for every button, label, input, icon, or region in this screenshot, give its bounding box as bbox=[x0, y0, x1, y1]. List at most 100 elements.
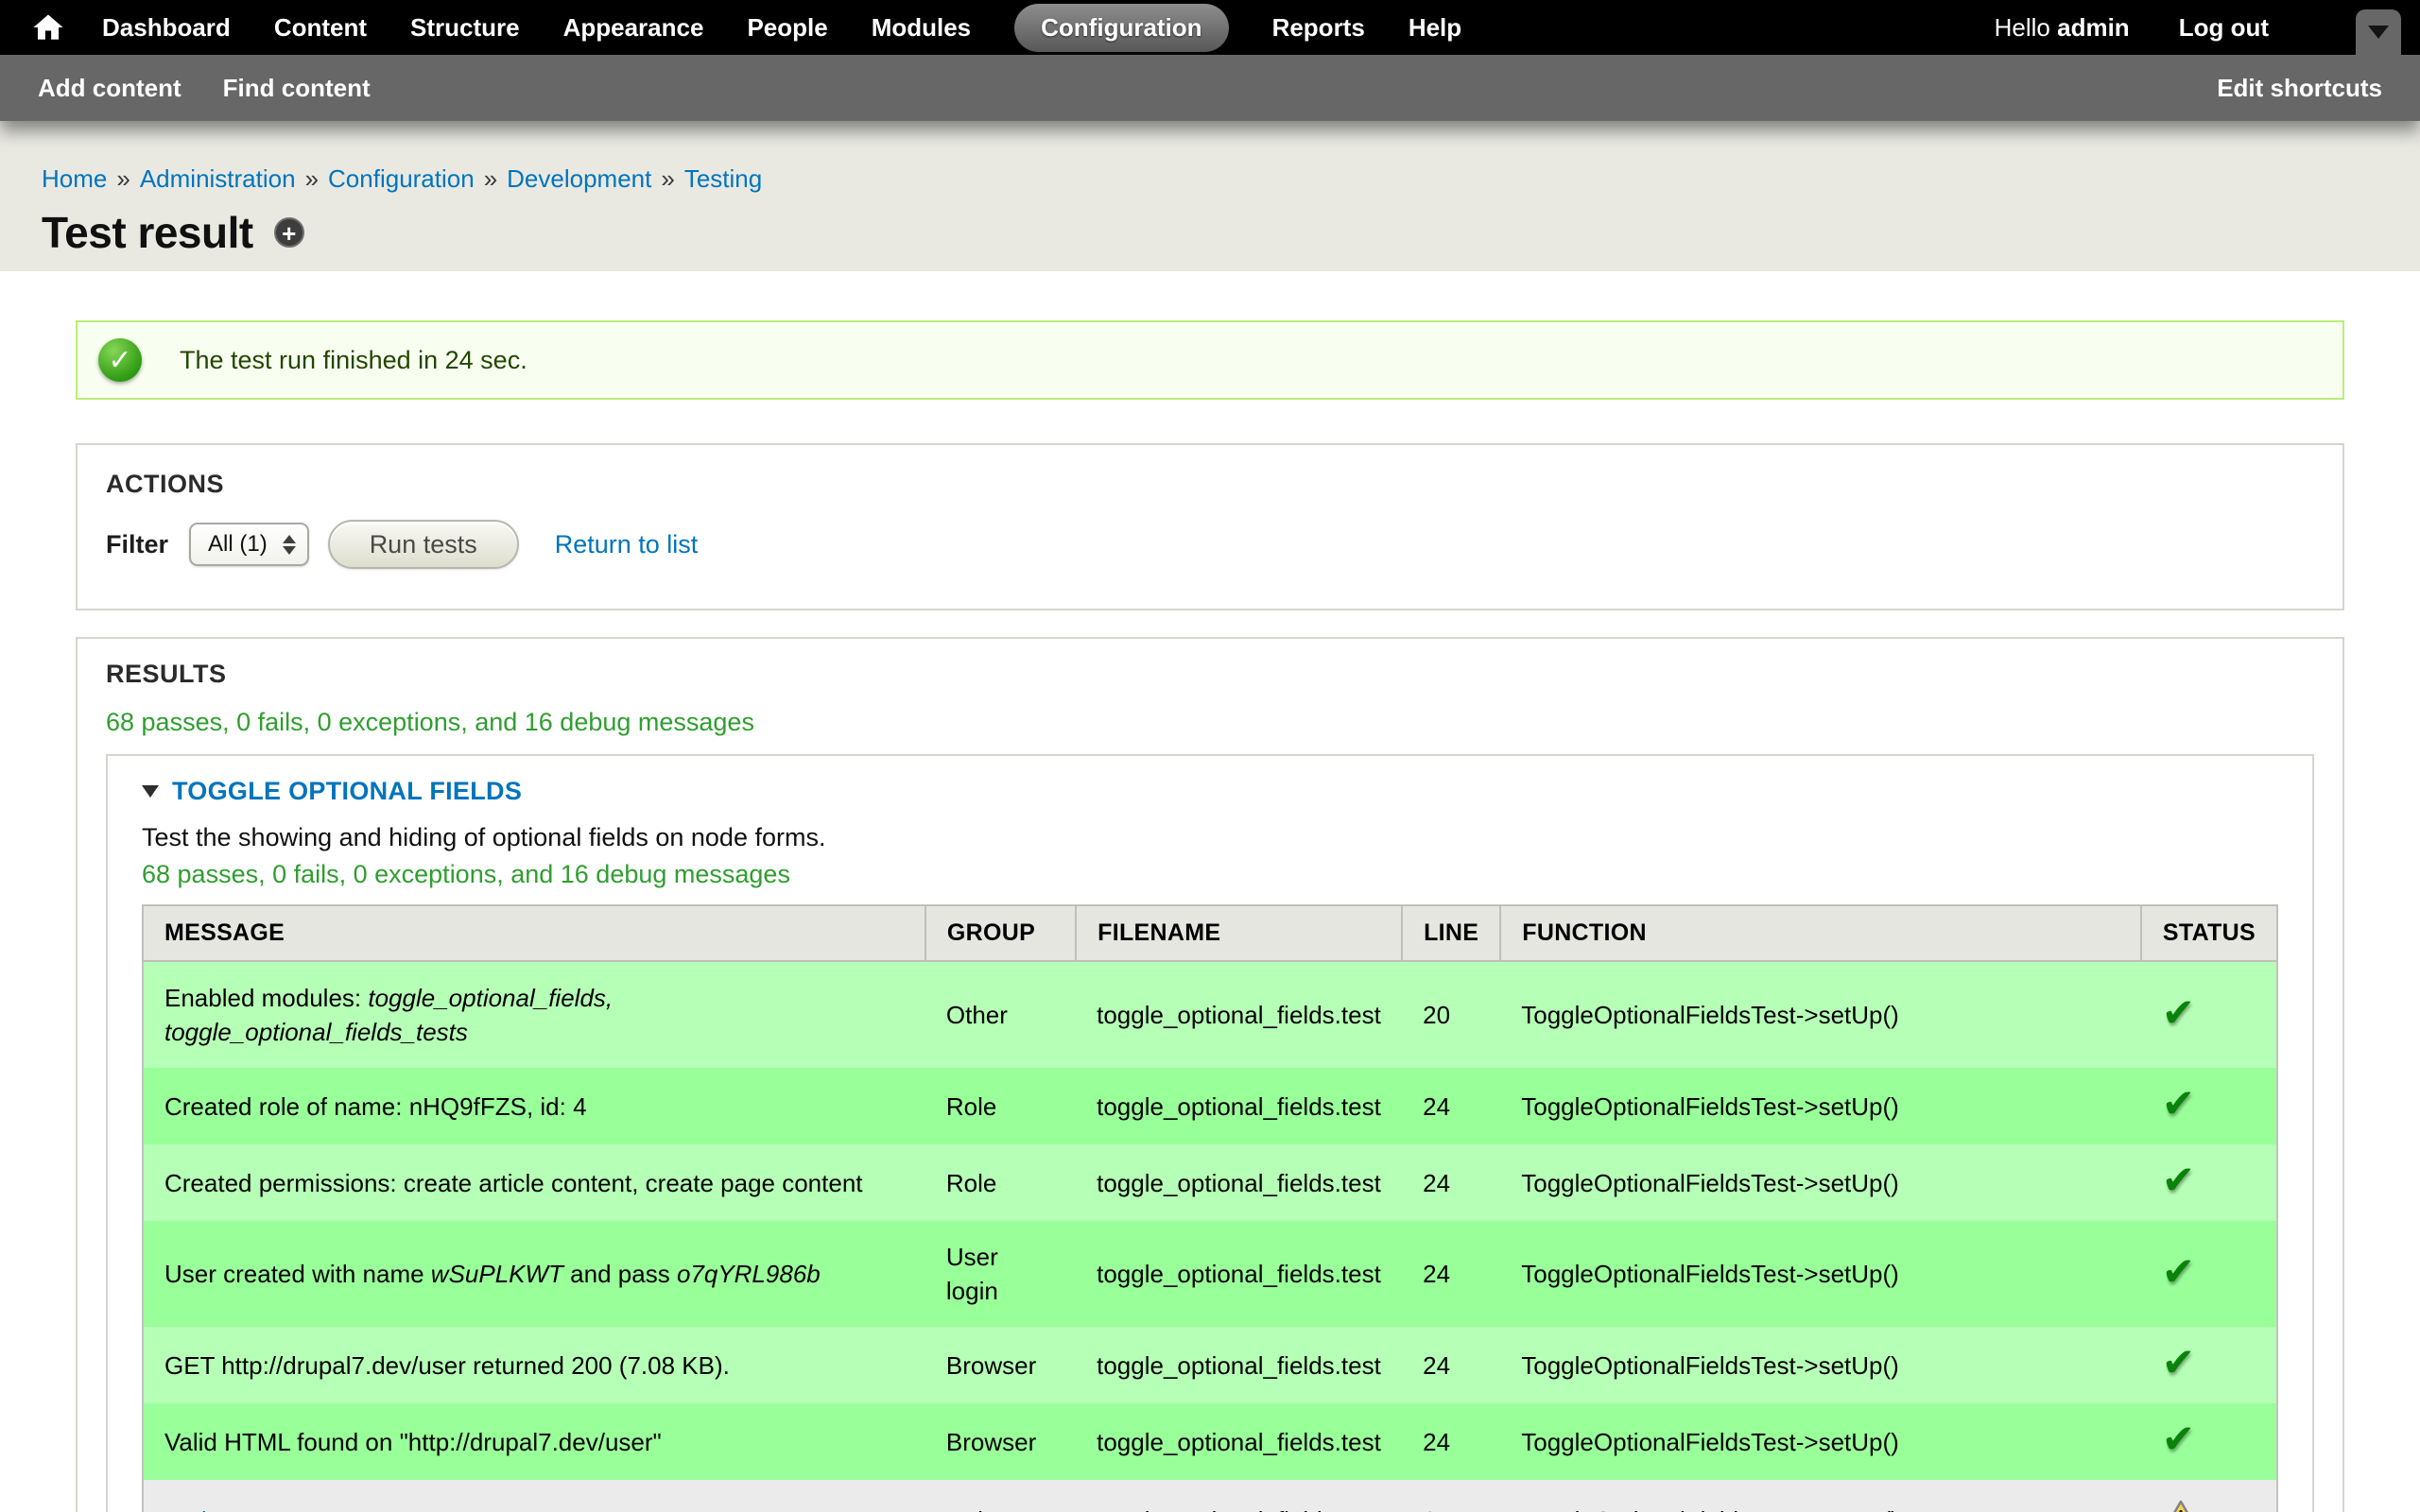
results-table-header-row: MESSAGEGROUPFILENAMELINEFUNCTIONSTATUS bbox=[143, 905, 2277, 961]
cell-function: ToggleOptionalFieldsTest->setUp() bbox=[1500, 1144, 2141, 1221]
nav-item-dashboard[interactable]: Dashboard bbox=[102, 13, 231, 43]
chevron-down-icon bbox=[2368, 26, 2389, 39]
results-panel: RESULTS 68 passes, 0 fails, 0 exceptions… bbox=[76, 637, 2344, 1512]
filter-row: Filter All (1) Run tests Return to list bbox=[106, 520, 2314, 569]
toolbar-account-links: Hello admin Log out bbox=[1995, 13, 2269, 43]
cell-line: 24 bbox=[1402, 1068, 1500, 1144]
breadcrumb-separator: » bbox=[661, 164, 674, 193]
home-icon[interactable] bbox=[32, 11, 64, 43]
column-header-group: GROUP bbox=[925, 905, 1076, 961]
result-row: Verbose message Debugtoggle_optional_fiel… bbox=[143, 1480, 2277, 1512]
filter-select-value: All (1) bbox=[208, 531, 268, 558]
cell-message: GET http://drupal7.dev/user returned 200… bbox=[143, 1327, 925, 1403]
nav-item-content[interactable]: Content bbox=[274, 13, 367, 43]
page-title: Test result bbox=[42, 207, 253, 258]
edit-shortcuts-link[interactable]: Edit shortcuts bbox=[2217, 74, 2382, 103]
breadcrumb-link-development[interactable]: Development bbox=[507, 164, 651, 193]
column-header-message: MESSAGE bbox=[143, 905, 925, 961]
run-tests-button[interactable]: Run tests bbox=[328, 520, 519, 569]
pass-check-icon: ✔ bbox=[2162, 1422, 2195, 1456]
nav-item-configuration[interactable]: Configuration bbox=[1014, 4, 1228, 52]
shortcut-find-content[interactable]: Find content bbox=[223, 74, 371, 103]
pass-check-icon: ✔ bbox=[2162, 1087, 2195, 1121]
cell-function: ToggleOptionalFieldsTest->setUp() bbox=[1500, 1480, 2141, 1512]
nav-item-structure[interactable]: Structure bbox=[410, 13, 520, 43]
result-row: Valid HTML found on "http://drupal7.dev/… bbox=[143, 1403, 2277, 1480]
select-arrows-icon bbox=[283, 535, 296, 555]
cell-message: User created with name wSuPLKWT and pass… bbox=[143, 1221, 925, 1327]
cell-filename: toggle_optional_fields.test bbox=[1076, 961, 1402, 1068]
breadcrumb-separator: » bbox=[305, 164, 319, 193]
breadcrumb-link-administration[interactable]: Administration bbox=[140, 164, 296, 193]
breadcrumb-separator: » bbox=[116, 164, 130, 193]
cell-status: ✔ bbox=[2141, 961, 2277, 1068]
cell-line: 24 bbox=[1402, 1403, 1500, 1480]
cell-message: Created permissions: create article cont… bbox=[143, 1144, 925, 1221]
pass-check-icon: ✔ bbox=[2162, 996, 2195, 1030]
breadcrumb-link-configuration[interactable]: Configuration bbox=[328, 164, 475, 193]
cell-group: Browser bbox=[925, 1403, 1076, 1480]
cell-group: Debug bbox=[925, 1480, 1076, 1512]
actions-panel: ACTIONS Filter All (1) Run tests Return … bbox=[76, 443, 2344, 610]
pass-check-icon: ✔ bbox=[2162, 1163, 2195, 1197]
nav-item-reports[interactable]: Reports bbox=[1272, 13, 1365, 43]
cell-function: ToggleOptionalFieldsTest->setUp() bbox=[1500, 1403, 2141, 1480]
column-header-function: FUNCTION bbox=[1500, 905, 2141, 961]
cell-filename: toggle_optional_fields.test bbox=[1076, 1221, 1402, 1327]
column-header-status: STATUS bbox=[2141, 905, 2277, 961]
cell-status: ✔ bbox=[2141, 1144, 2277, 1221]
results-legend: RESULTS bbox=[106, 660, 2314, 689]
drupal-test-result-page: Dashboard Content Structure Appearance Peopl… bbox=[0, 0, 2420, 1512]
username: admin bbox=[2057, 13, 2130, 42]
test-group-fieldset: TOGGLE OPTIONAL FIELDS Test the showing … bbox=[106, 754, 2314, 1512]
cell-filename: toggle_optional_fields.test bbox=[1076, 1403, 1402, 1480]
logout-link[interactable]: Log out bbox=[2179, 13, 2269, 43]
toolbar-nav: Dashboard Content Structure Appearance Peopl… bbox=[102, 4, 1461, 52]
results-summary: 68 passes, 0 fails, 0 exceptions, and 16… bbox=[106, 708, 2314, 737]
verbose-message-link[interactable]: Verbose message bbox=[164, 1506, 361, 1512]
column-header-line: LINE bbox=[1402, 905, 1500, 961]
test-group-description: Test the showing and hiding of optional … bbox=[142, 823, 2278, 852]
cell-filename: toggle_optional_fields.test bbox=[1076, 1480, 1402, 1512]
admin-toolbar: Dashboard Content Structure Appearance Peopl… bbox=[0, 0, 2420, 55]
shortcut-add-content[interactable]: Add content bbox=[38, 74, 182, 103]
result-row: Enabled modules: toggle_optional_fields,… bbox=[143, 961, 2277, 1068]
results-table-body: Enabled modules: toggle_optional_fields,… bbox=[143, 961, 2277, 1512]
nav-item-modules[interactable]: Modules bbox=[872, 13, 971, 43]
breadcrumb-link-home[interactable]: Home bbox=[42, 164, 107, 193]
cell-function: ToggleOptionalFieldsTest->setUp() bbox=[1500, 961, 2141, 1068]
result-row: Created role of name: nHQ9fFZS, id: 4Rol… bbox=[143, 1068, 2277, 1144]
cell-function: ToggleOptionalFieldsTest->setUp() bbox=[1500, 1221, 2141, 1327]
filter-select[interactable]: All (1) bbox=[189, 523, 309, 566]
nav-item-help[interactable]: Help bbox=[1409, 13, 1461, 43]
add-shortcut-icon[interactable]: + bbox=[274, 217, 304, 248]
status-message: ✓ The test run finished in 24 sec. bbox=[76, 320, 2344, 400]
cell-group: Role bbox=[925, 1144, 1076, 1221]
breadcrumb: Home » Administration » Configuration » Develo… bbox=[42, 164, 2378, 194]
column-header-filename: FILENAME bbox=[1076, 905, 1402, 961]
cell-group: User login bbox=[925, 1221, 1076, 1327]
breadcrumb-link-testing[interactable]: Testing bbox=[684, 164, 762, 193]
nav-item-appearance[interactable]: Appearance bbox=[563, 13, 704, 43]
nav-item-people[interactable]: People bbox=[747, 13, 827, 43]
status-ok-icon: ✓ bbox=[98, 338, 142, 382]
cell-status bbox=[2141, 1480, 2277, 1512]
status-message-text: The test run finished in 24 sec. bbox=[180, 346, 527, 375]
cell-status: ✔ bbox=[2141, 1221, 2277, 1327]
cell-status: ✔ bbox=[2141, 1068, 2277, 1144]
cell-status: ✔ bbox=[2141, 1403, 2277, 1480]
result-row: Created permissions: create article cont… bbox=[143, 1144, 2277, 1221]
test-group-toggle[interactable]: TOGGLE OPTIONAL FIELDS bbox=[142, 777, 2278, 806]
cell-status: ✔ bbox=[2141, 1327, 2277, 1403]
cell-filename: toggle_optional_fields.test bbox=[1076, 1327, 1402, 1403]
main-content: ✓ The test run finished in 24 sec. ACTIO… bbox=[0, 271, 2420, 1512]
return-to-list-link[interactable]: Return to list bbox=[555, 530, 699, 559]
cell-filename: toggle_optional_fields.test bbox=[1076, 1144, 1402, 1221]
cell-line: 24 bbox=[1402, 1144, 1500, 1221]
filter-label: Filter bbox=[106, 530, 168, 559]
toolbar-toggle-button[interactable] bbox=[2356, 9, 2401, 55]
pass-check-icon: ✔ bbox=[2162, 1255, 2195, 1289]
warning-icon bbox=[2162, 1499, 2200, 1512]
cell-message: Enabled modules: toggle_optional_fields,… bbox=[143, 961, 925, 1068]
breadcrumb-separator: » bbox=[484, 164, 497, 193]
